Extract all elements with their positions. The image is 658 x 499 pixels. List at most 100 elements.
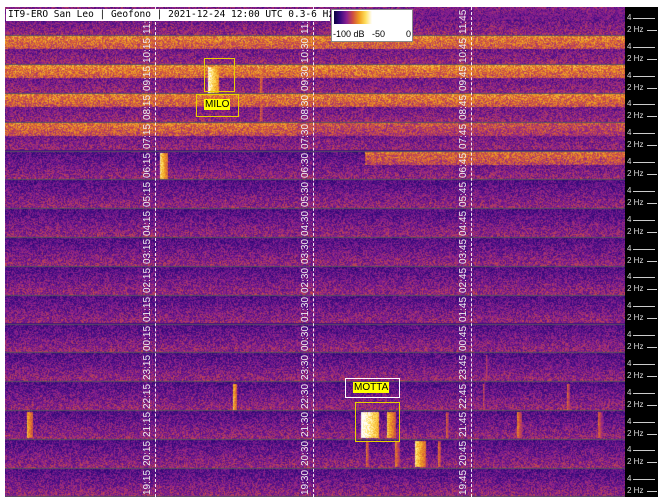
annotation-label-milo: MILO	[204, 99, 231, 110]
time-label: 21:15	[142, 412, 153, 438]
time-label: 02:15	[142, 268, 153, 294]
frequency-tick	[633, 46, 655, 48]
time-label: 03:30	[300, 239, 311, 265]
time-label: 00:15	[142, 325, 153, 351]
event-box-milo	[204, 58, 235, 92]
annotation-box-milo: MILO	[196, 94, 239, 117]
frequency-tick-label: 2 Hz	[627, 370, 644, 380]
frequency-tick	[633, 392, 655, 394]
frequency-tick	[647, 491, 657, 493]
time-label: 04:45	[458, 210, 469, 236]
frequency-tick	[633, 363, 655, 365]
frequency-tick-label: 4	[627, 445, 632, 455]
time-label: 07:45	[458, 124, 469, 150]
frequency-tick-label: 2 Hz	[627, 53, 644, 63]
frequency-tick-label: 2 Hz	[627, 313, 644, 323]
frequency-tick-label: 4	[627, 330, 632, 340]
time-label: 19:15	[142, 469, 153, 495]
frequency-tick	[647, 202, 657, 204]
time-label: 05:45	[458, 181, 469, 207]
spectrogram: 11:15 11:30 11:45 10:15 10:30 10:45 09:15 09:30…	[5, 7, 625, 497]
colorbar-tick: -50	[372, 29, 386, 39]
time-label: 04:15	[142, 210, 153, 236]
time-label: 09:30	[300, 66, 311, 92]
spectrogram-canvas	[5, 7, 625, 497]
time-label: 10:15	[142, 37, 153, 63]
frequency-tick	[647, 289, 657, 291]
chart-title: IT9-ERO San Leo | Geofono | 2021-12-24 1…	[6, 9, 335, 21]
frequency-tick	[633, 18, 655, 19]
time-label: 01:30	[300, 297, 311, 323]
time-gridline	[313, 7, 314, 497]
time-label: 05:30	[300, 181, 311, 207]
time-label: 05:15	[142, 181, 153, 207]
frequency-tick-label: 2 Hz	[627, 111, 644, 121]
time-label: 00:45	[458, 325, 469, 351]
frequency-tick-label: 2 Hz	[627, 399, 644, 409]
frequency-tick	[647, 462, 657, 464]
frequency-tick-label: 4	[627, 416, 632, 426]
time-label: 11:45	[458, 9, 469, 34]
colorbar-tick: 0	[406, 29, 412, 39]
time-label: 03:45	[458, 239, 469, 265]
frequency-tick-label: 2 Hz	[627, 284, 644, 294]
frequency-tick-label: 2 Hz	[627, 140, 644, 150]
frequency-axis: 4 2 Hz 4 2 Hz 4 2 Hz 4 2 Hz 4 2 Hz 4 2 Hz 4 2 Hz 4 2 Hz…	[625, 7, 658, 497]
time-label: 19:30	[300, 469, 311, 495]
frequency-tick-label: 4	[627, 214, 632, 224]
frequency-tick	[633, 219, 655, 221]
time-label: 23:15	[142, 354, 153, 380]
colorbar: -100 dB -50 0	[331, 9, 413, 42]
frequency-tick-label: 4	[627, 41, 632, 51]
frequency-tick	[647, 87, 657, 89]
frequency-tick-label: 2 Hz	[627, 169, 644, 179]
frequency-tick	[633, 248, 655, 250]
time-label: 20:45	[458, 441, 469, 467]
time-label: 19:45	[458, 469, 469, 495]
time-label: 20:30	[300, 441, 311, 467]
frequency-tick	[633, 479, 655, 481]
frequency-tick	[647, 318, 657, 320]
time-gridline	[155, 7, 156, 497]
frequency-tick	[647, 145, 657, 147]
time-gridline	[471, 7, 472, 497]
frequency-tick	[633, 104, 655, 106]
time-label: 06:45	[458, 152, 469, 178]
time-label: 08:45	[458, 95, 469, 121]
time-label: 01:45	[458, 297, 469, 323]
frequency-tick	[633, 277, 655, 279]
frequency-tick-label: 4	[627, 185, 632, 195]
frequency-tick	[633, 162, 655, 164]
frequency-tick-label: 4	[627, 387, 632, 397]
time-label: 09:45	[458, 66, 469, 92]
frequency-tick-label: 2 Hz	[627, 82, 644, 92]
frequency-tick-label: 2 Hz	[627, 342, 644, 352]
colorbar-tick: -100 dB	[333, 29, 365, 39]
colorbar-gradient	[334, 11, 410, 24]
frequency-tick	[647, 375, 657, 377]
time-label: 10:30	[300, 37, 311, 63]
time-label: 21:30	[300, 412, 311, 438]
annotation-label-motta: MOTTA	[353, 382, 390, 393]
frequency-tick	[647, 174, 657, 176]
time-label: 23:45	[458, 354, 469, 380]
time-label: 08:30	[300, 95, 311, 121]
event-box-motta	[355, 402, 400, 442]
frequency-tick	[633, 450, 655, 452]
frequency-tick-label: 2 Hz	[627, 457, 644, 467]
frequency-tick	[647, 347, 657, 349]
frequency-tick	[633, 421, 655, 423]
time-label: 07:30	[300, 124, 311, 150]
frequency-tick-label: 4	[627, 70, 632, 80]
time-label: 02:45	[458, 268, 469, 294]
frequency-tick-label: 4	[627, 128, 632, 138]
frequency-tick	[633, 306, 655, 308]
time-label: 20:15	[142, 441, 153, 467]
frequency-tick-label: 2 Hz	[627, 197, 644, 207]
time-label: 23:30	[300, 354, 311, 380]
time-label: 06:30	[300, 152, 311, 178]
frequency-tick	[647, 231, 657, 233]
frequency-tick	[647, 116, 657, 118]
time-label: 07:15	[142, 124, 153, 150]
frequency-tick-label: 2 Hz	[627, 486, 644, 496]
